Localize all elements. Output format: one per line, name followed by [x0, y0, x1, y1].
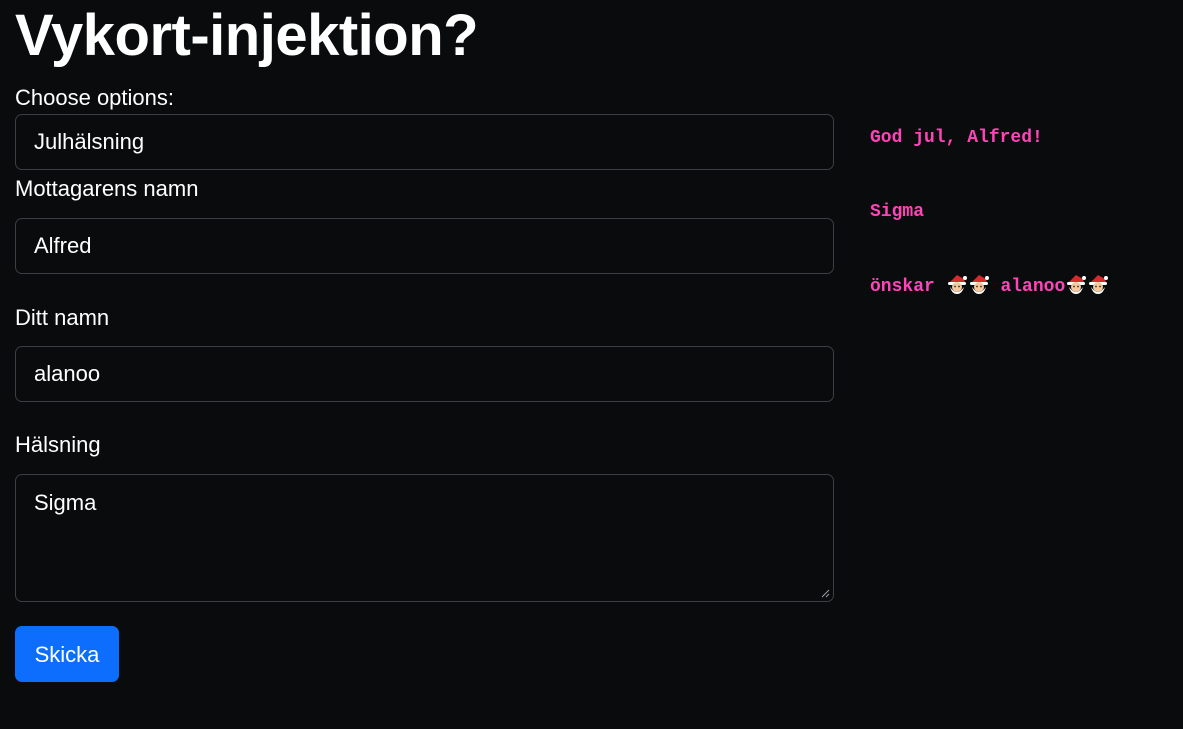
greeting-label: Hälsning [15, 432, 101, 457]
preview-sender-name: alanoo [1000, 277, 1066, 297]
santa-claus-icon [1087, 273, 1109, 295]
preview-signature-line: önskar alanoo [870, 269, 1109, 305]
santa-claus-icon [946, 273, 968, 295]
submit-button[interactable]: Skicka [15, 626, 119, 682]
resize-grip-icon[interactable] [821, 589, 830, 598]
preview-message-line: Sigma [870, 202, 925, 222]
options-select[interactable]: Julhälsning [15, 114, 834, 170]
page: Vykort-injektion? Choose options: Julhäl… [0, 0, 1183, 729]
preview-wishes-word: önskar [870, 277, 935, 297]
sender-name-input[interactable]: alanoo [15, 346, 834, 402]
recipient-name-input[interactable]: Alfred [15, 218, 834, 274]
greeting-textarea[interactable]: Sigma [15, 474, 834, 602]
options-label: Choose options: [15, 85, 174, 110]
recipient-name-label: Mottagarens namn [15, 176, 199, 201]
sender-name-label: Ditt namn [15, 305, 110, 330]
page-title: Vykort-injektion? [15, 3, 479, 68]
greeting-text: Sigma [34, 490, 97, 515]
santa-claus-icon [1065, 273, 1087, 295]
preview-greeting-line: God jul, Alfred! [870, 128, 1043, 148]
santa-claus-icon [968, 273, 990, 295]
